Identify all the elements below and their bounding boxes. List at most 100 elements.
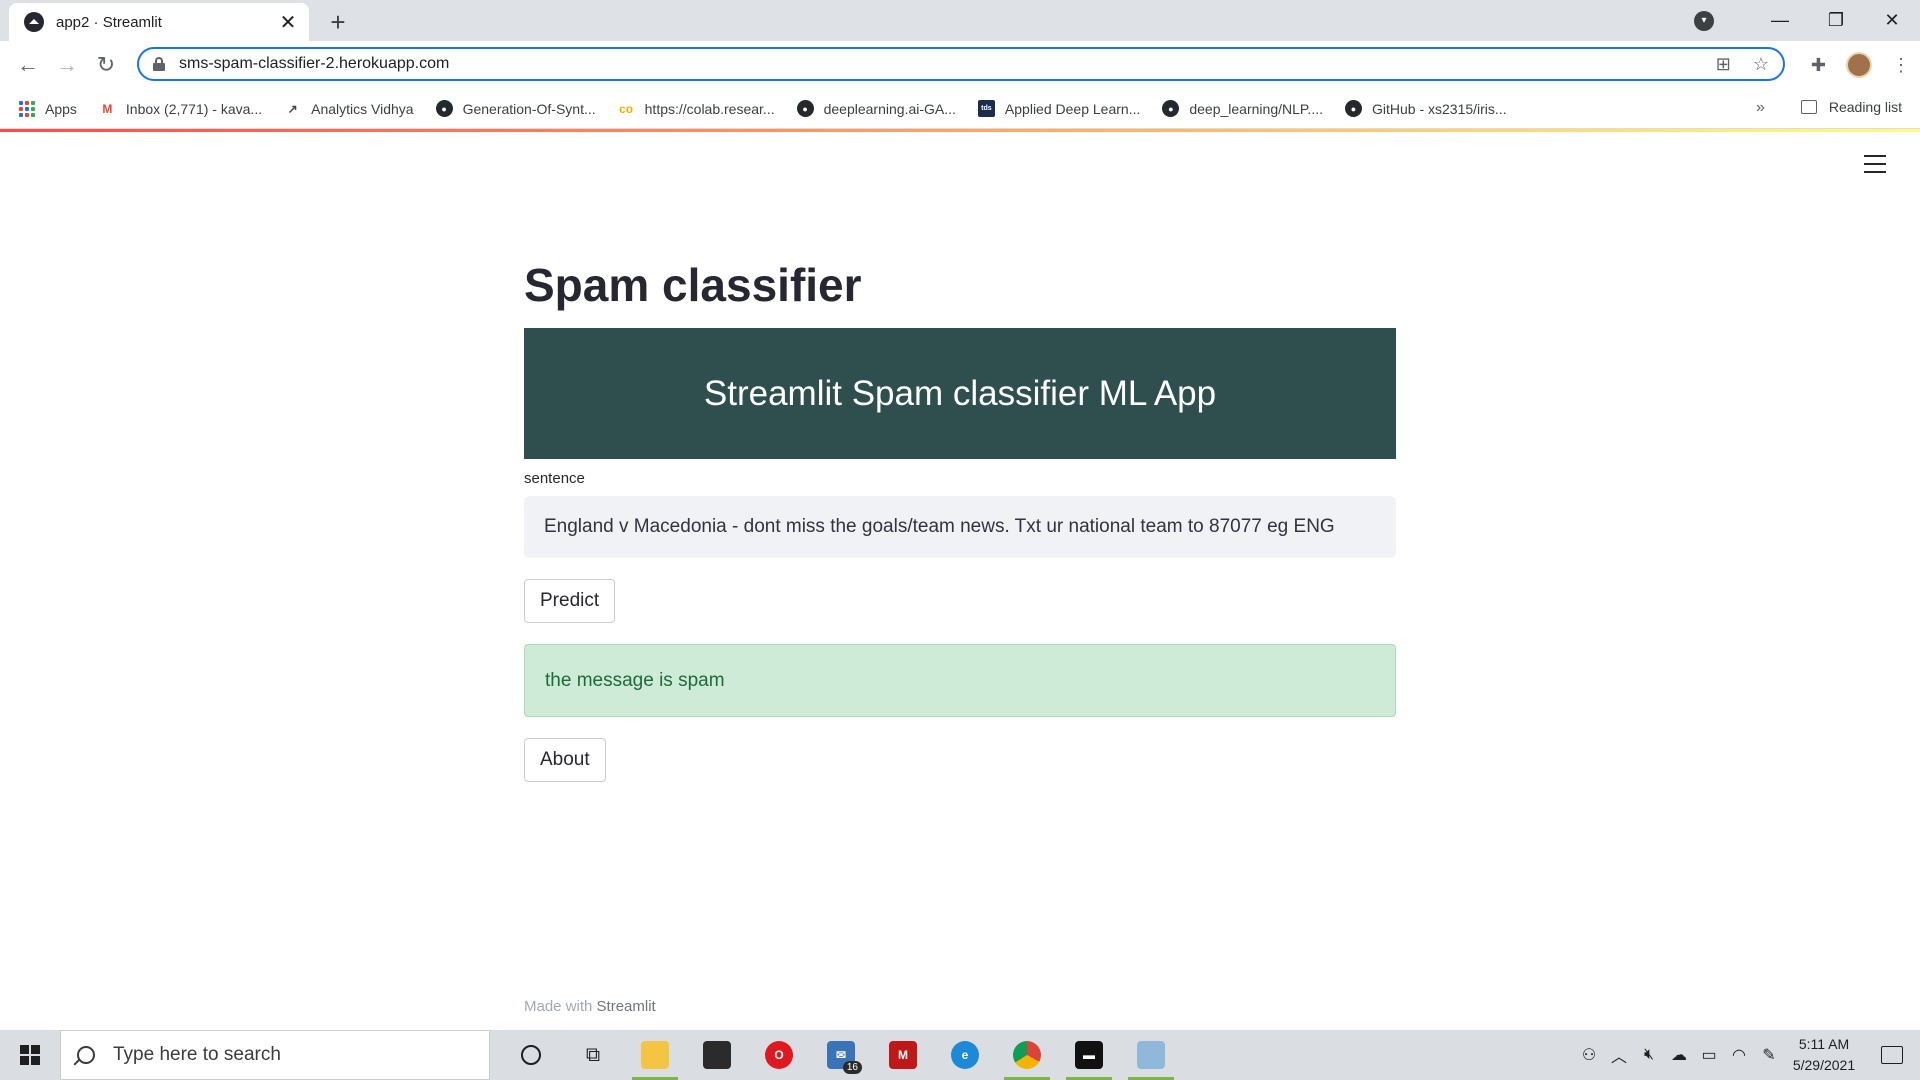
main-content: Spam classifier Streamlit Spam classifie… bbox=[524, 250, 1396, 782]
restore-button[interactable]: ❐ bbox=[1808, 0, 1864, 41]
bookmark-analytics-vidhya[interactable]: ↗ Analytics Vidhya bbox=[284, 100, 414, 117]
back-arrow-icon[interactable]: ← bbox=[14, 51, 42, 79]
github-icon: ● bbox=[435, 100, 453, 117]
windows-logo-icon bbox=[20, 1045, 40, 1065]
cortana-button[interactable] bbox=[500, 1030, 562, 1080]
reading-list-label: Reading list bbox=[1828, 99, 1902, 115]
sentence-label: sentence bbox=[524, 470, 585, 487]
tds-icon: tds bbox=[977, 100, 995, 117]
battery-icon[interactable]: ▭ bbox=[1694, 1045, 1724, 1065]
bookmark-applied-deep-learning[interactable]: tds Applied Deep Learn... bbox=[977, 100, 1141, 117]
tab-title: app2 · Streamlit bbox=[56, 13, 162, 31]
opera-icon: O bbox=[765, 1041, 793, 1069]
bookmark-inbox[interactable]: M Inbox (2,771) - kava... bbox=[99, 100, 262, 117]
mcafee-shield-icon: M bbox=[889, 1041, 917, 1069]
taskbar-edge[interactable]: e bbox=[934, 1030, 996, 1080]
clock-date: 5/29/2021 bbox=[1792, 1057, 1856, 1073]
reload-icon[interactable]: ↻ bbox=[92, 51, 120, 79]
apps-grid-icon bbox=[18, 100, 35, 117]
reading-list-button[interactable]: Reading list bbox=[1800, 99, 1902, 115]
analytics-vidhya-icon: ↗ bbox=[287, 101, 298, 116]
bookmark-github-nlp[interactable]: ● deep_learning/NLP.... bbox=[1162, 100, 1323, 117]
bookmark-label: Inbox (2,771) - kava... bbox=[125, 100, 263, 117]
gmail-icon: M bbox=[102, 101, 113, 116]
streamlit-decoration-bar bbox=[0, 129, 1920, 132]
bookmark-colab[interactable]: co https://colab.resear... bbox=[618, 100, 775, 117]
notification-center-button[interactable] bbox=[1864, 1046, 1920, 1064]
result-text: the message is spam bbox=[545, 669, 725, 691]
streamlit-favicon-icon bbox=[24, 12, 44, 32]
bookmark-label: deep_learning/NLP.... bbox=[1189, 100, 1323, 117]
bookmark-github-deeplearning[interactable]: ● deeplearning.ai-GA... bbox=[796, 100, 956, 117]
taskbar-store[interactable] bbox=[686, 1030, 748, 1080]
terminal-icon: ▬ bbox=[1075, 1041, 1103, 1069]
forward-arrow-icon[interactable]: → bbox=[53, 51, 81, 79]
search-icon bbox=[77, 1046, 95, 1064]
task-view-button[interactable]: ⧉ bbox=[562, 1030, 624, 1080]
taskbar-apps: ⧉ O ✉ 16 M e ▬ bbox=[500, 1030, 1182, 1080]
extensions-puzzle-icon[interactable]: ✚ bbox=[1811, 55, 1826, 76]
bookmark-label: https://colab.resear... bbox=[644, 100, 775, 117]
bookmark-label: Generation-Of-Synt... bbox=[462, 100, 596, 117]
cloud-icon[interactable]: ☁ bbox=[1664, 1045, 1694, 1065]
window-controls: ▾ — ❐ ✕ bbox=[1694, 0, 1920, 41]
browser-menu-icon[interactable]: ⋮ bbox=[1892, 55, 1910, 76]
footer: Made with Streamlit bbox=[524, 998, 656, 1015]
chevron-up-icon[interactable]: ︿ bbox=[1604, 1043, 1634, 1067]
taskbar-chrome[interactable] bbox=[996, 1030, 1058, 1080]
result-success-alert: the message is spam bbox=[524, 644, 1396, 717]
footer-streamlit-link[interactable]: Streamlit bbox=[597, 998, 656, 1015]
taskbar-mcafee[interactable]: M bbox=[872, 1030, 934, 1080]
address-bar[interactable]: sms-spam-classifier-2.herokuapp.com ⊞ ☆ bbox=[137, 47, 1785, 81]
chrome-icon bbox=[1013, 1041, 1041, 1069]
taskbar-opera[interactable]: O bbox=[748, 1030, 810, 1080]
minimize-button[interactable]: — bbox=[1752, 0, 1808, 41]
github-icon: ● bbox=[796, 100, 814, 117]
hamburger-menu-icon[interactable] bbox=[1864, 155, 1886, 173]
pen-icon[interactable]: ✎ bbox=[1754, 1045, 1784, 1065]
lock-icon[interactable] bbox=[153, 57, 165, 71]
volume-muted-icon[interactable]: 🔇︎ bbox=[1634, 1046, 1664, 1064]
bookmark-label: Analytics Vidhya bbox=[311, 100, 414, 117]
github-icon: ● bbox=[1162, 100, 1180, 117]
page-title: Spam classifier bbox=[524, 259, 862, 311]
about-button[interactable]: About bbox=[524, 738, 606, 782]
install-app-icon[interactable]: ⊞ bbox=[1716, 54, 1731, 75]
edge-icon: e bbox=[951, 1041, 979, 1069]
start-button[interactable] bbox=[0, 1030, 60, 1080]
browser-tab[interactable]: app2 · Streamlit ✕ bbox=[9, 3, 309, 41]
profile-avatar[interactable] bbox=[1846, 52, 1872, 78]
taskbar-clock[interactable]: 5:11 AM 5/29/2021 bbox=[1784, 1034, 1864, 1076]
taskbar-mail[interactable]: ✉ 16 bbox=[810, 1030, 872, 1080]
taskbar-search[interactable]: Type here to search bbox=[60, 1030, 490, 1080]
bookmark-github-iris[interactable]: ● GitHub - xs2315/iris... bbox=[1344, 100, 1507, 117]
cortana-circle-icon bbox=[521, 1045, 541, 1065]
sentence-input[interactable] bbox=[524, 496, 1396, 558]
close-window-button[interactable]: ✕ bbox=[1864, 0, 1920, 41]
clock-time: 5:11 AM bbox=[1798, 1036, 1850, 1052]
taskbar-terminal[interactable]: ▬ bbox=[1058, 1030, 1120, 1080]
browser-toolbar: ← → ↻ sms-spam-classifier-2.herokuapp.co… bbox=[0, 41, 1920, 89]
close-tab-icon[interactable]: ✕ bbox=[277, 11, 299, 34]
github-icon: ● bbox=[1344, 100, 1362, 117]
task-view-icon: ⧉ bbox=[585, 1043, 601, 1066]
file-explorer-icon bbox=[641, 1041, 669, 1069]
tab-search-icon[interactable]: ▾ bbox=[1694, 10, 1714, 31]
bookmark-github-generation[interactable]: ● Generation-Of-Synt... bbox=[435, 100, 596, 117]
bookmark-star-icon[interactable]: ☆ bbox=[1753, 54, 1769, 75]
bookmark-label: Applied Deep Learn... bbox=[1004, 100, 1141, 117]
bookmark-label: deeplearning.ai-GA... bbox=[823, 100, 956, 117]
taskbar-editor[interactable] bbox=[1120, 1030, 1182, 1080]
people-icon[interactable]: ⚇ bbox=[1574, 1045, 1604, 1065]
banner-heading: Streamlit Spam classifier ML App bbox=[703, 373, 1217, 413]
store-bag-icon bbox=[703, 1041, 731, 1069]
new-tab-button[interactable]: + bbox=[324, 7, 352, 37]
wifi-icon[interactable]: ◠ bbox=[1724, 1045, 1754, 1065]
url-text[interactable]: sms-spam-classifier-2.herokuapp.com bbox=[179, 55, 1716, 73]
bookmark-label: GitHub - xs2315/iris... bbox=[1371, 100, 1507, 117]
reading-list-icon bbox=[1800, 100, 1817, 114]
predict-button[interactable]: Predict bbox=[524, 579, 616, 623]
more-bookmarks-button[interactable]: » bbox=[1756, 99, 1765, 117]
bookmark-apps[interactable]: Apps bbox=[18, 100, 77, 117]
taskbar-file-explorer[interactable] bbox=[624, 1030, 686, 1080]
